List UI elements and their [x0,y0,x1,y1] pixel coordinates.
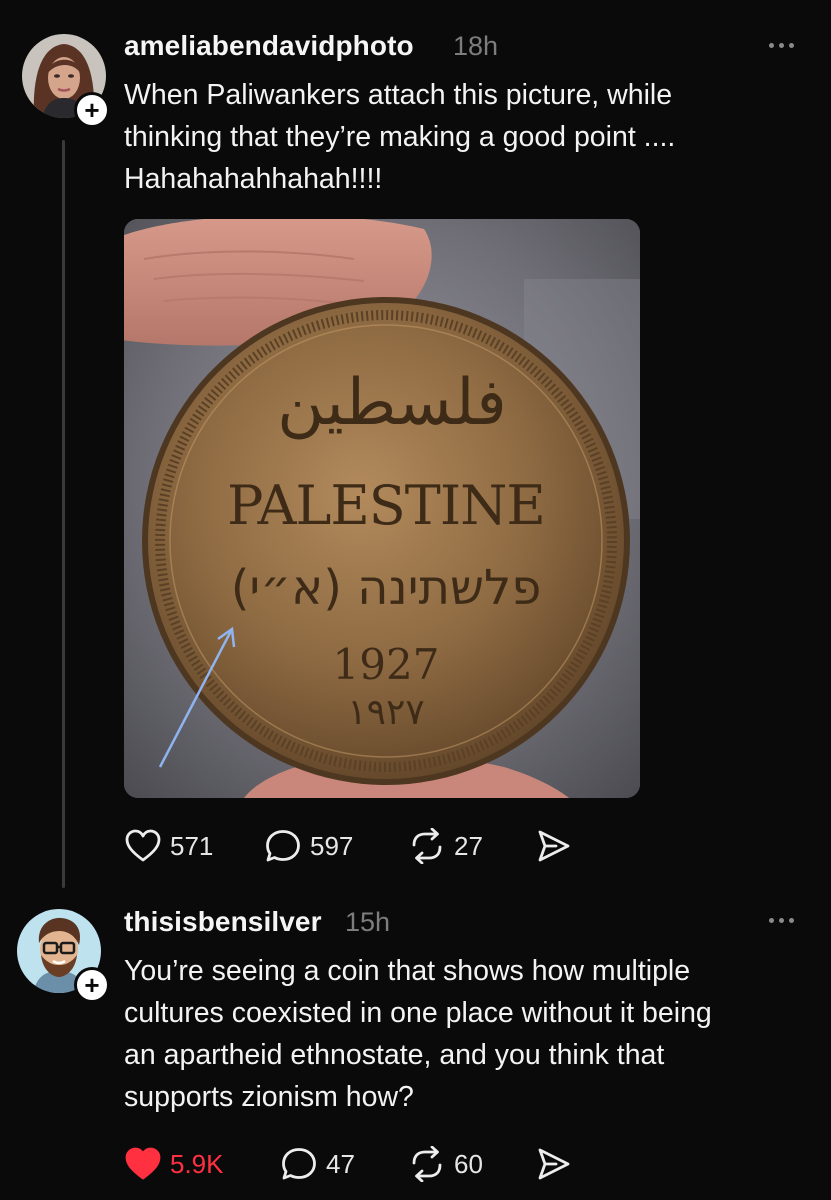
comment-icon [266,830,300,862]
reply-count: 47 [326,1148,355,1179]
coin-english-inscription: PALESTINE [227,474,545,537]
username[interactable]: thisisbensilver [124,906,322,938]
share-icon [538,1148,570,1180]
threads-feed: + ameliabendavidphoto 18h When Paliwanke… [0,0,831,1200]
post-text: When Paliwankers attach this picture, wh… [124,79,676,195]
repost-icon [412,1146,442,1182]
repost-count: 27 [454,830,483,861]
comment-icon [282,1148,316,1180]
share-button[interactable] [536,828,572,864]
like-count: 5.9K [170,1148,224,1179]
repost-button[interactable]: 60 [408,1146,483,1182]
more-icon[interactable] [769,918,794,923]
repost-button[interactable]: 27 [408,828,483,864]
heart-icon [125,1147,161,1180]
coin-year: 1927 [333,640,440,689]
coin-year-arabic: ١٩٢٧ [347,692,424,733]
username[interactable]: ameliabendavidphoto [124,30,414,62]
repost-icon [412,828,442,864]
repost-count: 60 [454,1148,483,1179]
share-button[interactable] [536,1146,572,1182]
post-time: 15h [345,907,391,937]
reply-count: 597 [310,830,354,861]
follow-button[interactable]: + [74,967,110,1003]
like-button[interactable]: 5.9K [124,1146,224,1182]
more-icon[interactable] [769,43,794,48]
like-button[interactable]: 571 [124,828,213,864]
follow-button[interactable]: + [74,92,110,128]
reply-button[interactable]: 597 [264,828,353,864]
post-image[interactable]: فلسطين PALESTINE פלשתינה (א״י) 1927 ١٩٢٧ [124,219,640,798]
thread-line [62,140,65,888]
coin-arabic-inscription: فلسطين [277,366,506,440]
heart-icon [125,829,161,862]
reply-button[interactable]: 47 [280,1146,355,1182]
coin-hebrew-inscription: פלשתינה (א״י) [231,560,542,616]
post-text: You’re seeing a coin that shows how mult… [124,955,712,1113]
share-icon [538,830,570,862]
like-count: 571 [170,830,214,861]
post-time: 18h [453,31,499,61]
